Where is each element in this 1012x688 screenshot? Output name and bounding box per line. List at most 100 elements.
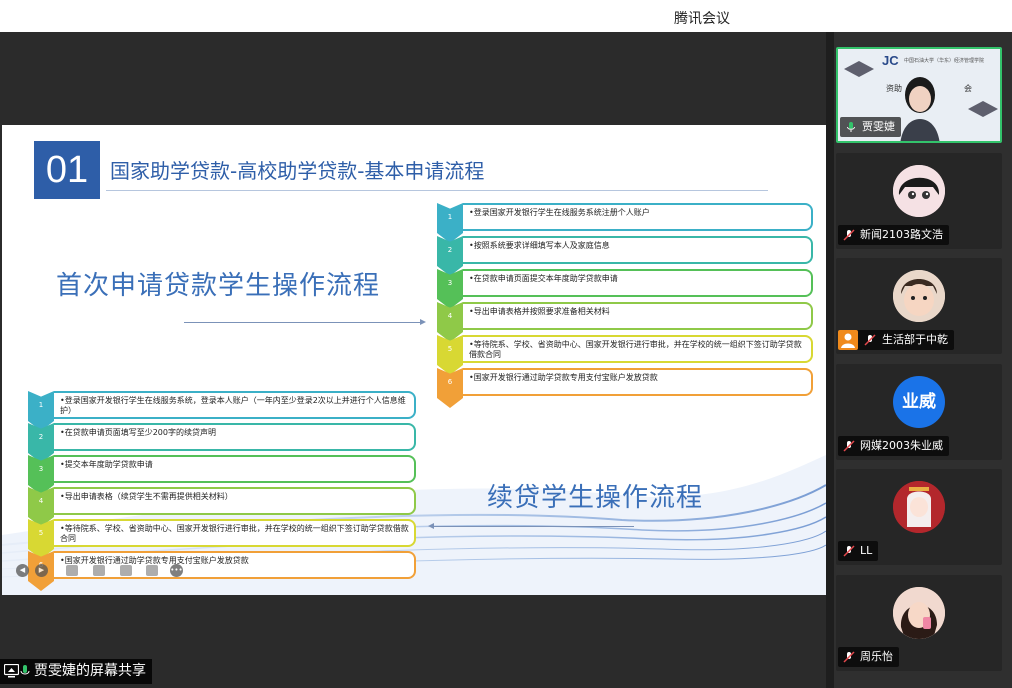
mic-on-icon (20, 665, 30, 675)
avatar (893, 165, 945, 217)
participant-tile[interactable]: 业威 网媒2003朱业威 (836, 364, 1002, 460)
participant-tile[interactable]: 生活部于中乾 (836, 258, 1002, 354)
slide-title: 国家助学贷款-高校助学贷款-基本申请流程 (110, 159, 485, 183)
participant-name-tag: 网媒2003朱业威 (838, 436, 949, 456)
arrow-head-right-icon (420, 319, 426, 325)
renew-flow-title: 续贷学生操作流程 (487, 483, 704, 513)
step-number: 3 (447, 279, 453, 287)
step-text: •在贷款申请页面提交本年度助学贷款申请 (469, 274, 618, 283)
app-title: 腾讯会议 (674, 11, 730, 27)
section-number: 01 (34, 141, 100, 199)
first-flow-arrow (184, 322, 420, 323)
mic-muted-icon (864, 334, 876, 346)
participant-name: 网媒2003朱业威 (860, 439, 943, 452)
screen-share-icon (4, 664, 19, 678)
avatar (893, 270, 945, 322)
flow-step: 5 •等待院系、学校、省资助中心、国家开发银行进行审批，并在学校的统一组织下签订助… (28, 519, 416, 559)
step-box: •登录国家开发银行学生在线服务系统，登录本人账户（一年内至少登录2次以上并进行个… (54, 391, 416, 419)
participant-tile[interactable]: LL (836, 469, 1002, 565)
step-number: 2 (38, 433, 44, 441)
step-number: 4 (447, 312, 453, 320)
step-number: 6 (447, 378, 453, 386)
step-text: •登录国家开发银行学生在线服务系统注册个人账户 (469, 208, 650, 217)
step-box: •导出申请表格并按照要求准备相关材料 (463, 302, 813, 330)
flow-step: 4 •导出申请表格（续贷学生不需再提供相关材料） (28, 487, 416, 527)
participant-name: 贾雯婕 (862, 120, 895, 133)
previous-slide-icon[interactable]: ◀ (16, 564, 29, 577)
step-box: •等待院系、学校、省资助中心、国家开发银行进行审批，并在学校的统一组织下签订助学… (463, 335, 813, 363)
pen-icon[interactable] (66, 565, 78, 576)
participant-name: 新闻2103路文浩 (860, 228, 943, 241)
flow-step: 3 •提交本年度助学贷款申请 (28, 455, 416, 495)
step-number: 5 (38, 529, 44, 537)
graduation-cap-icon (968, 101, 998, 117)
anime-avatar-icon (893, 481, 945, 533)
step-number: 3 (38, 465, 44, 473)
step-text: •在贷款申请页面填写至少200字的续贷声明 (60, 428, 216, 437)
avatar (893, 481, 945, 533)
host-badge-icon (838, 330, 858, 350)
flow-step: 6 •国家开发银行通过助学贷款专用支付宝账户发放贷款 (437, 368, 813, 408)
step-text: •导出申请表格（续贷学生不需再提供相关材料） (60, 492, 233, 501)
step-text: •按照系统要求详细填写本人及家庭信息 (469, 241, 610, 250)
participant-name: 生活部于中乾 (882, 333, 948, 346)
panel-divider (826, 32, 834, 688)
graduation-cap-icon (844, 61, 874, 77)
screen-share-label: 贾雯婕的屏幕共享 (0, 659, 152, 684)
step-box: •按照系统要求详细填写本人及家庭信息 (463, 236, 813, 264)
step-box: •导出申请表格（续贷学生不需再提供相关材料） (54, 487, 416, 515)
participant-name-tag: LL (838, 541, 879, 561)
screen-share-owner: 贾雯婕的屏幕共享 (34, 663, 146, 679)
first-flow-title: 首次申请贷款学生操作流程 (56, 271, 381, 301)
step-box: •登录国家开发银行学生在线服务系统注册个人账户 (463, 203, 813, 231)
mic-muted-icon (843, 651, 855, 663)
step-box: •在贷款申请页面提交本年度助学贷款申请 (463, 269, 813, 297)
flow-step: 2 •在贷款申请页面填写至少200字的续贷声明 (28, 423, 416, 463)
participant-name: 周乐怡 (860, 650, 893, 663)
video-text-right: 会 (964, 84, 972, 93)
title-bar: 腾讯会议 (0, 0, 1012, 32)
participant-name-tag: 周乐怡 (838, 647, 899, 667)
step-text: •导出申请表格并按照要求准备相关材料 (469, 307, 610, 316)
more-options-icon[interactable]: ••• (170, 564, 183, 577)
step-box: •等待院系、学校、省资助中心、国家开发银行进行审批，并在学校的统一组织下签订助学… (54, 519, 416, 547)
flow-step: 1 •登录国家开发银行学生在线服务系统，登录本人账户（一年内至少登录2次以上并进行… (28, 391, 416, 431)
step-number: 1 (38, 401, 44, 409)
flow-step: 4 •导出申请表格并按照要求准备相关材料 (437, 302, 813, 342)
zoom-icon[interactable] (93, 565, 105, 576)
participant-name-tag: 新闻2103路文浩 (838, 225, 949, 245)
step-box: •国家开发银行通过助学贷款专用支付宝账户发放贷款 (463, 368, 813, 396)
renew-flow-arrow (434, 526, 634, 527)
step-text: •国家开发银行通过助学贷款专用支付宝账户发放贷款 (469, 373, 658, 382)
avatar: 业威 (893, 376, 945, 428)
participant-tile[interactable]: 新闻2103路文浩 (836, 153, 1002, 249)
participant-name: LL (860, 544, 873, 557)
subtitle-icon[interactable] (146, 565, 158, 576)
step-number: 4 (38, 497, 44, 505)
participant-name-tag: 生活部于中乾 (838, 330, 954, 350)
title-underline (106, 190, 768, 191)
flow-step: 2 •按照系统要求详细填写本人及家庭信息 (437, 236, 813, 276)
step-text: •提交本年度助学贷款申请 (60, 460, 153, 469)
participant-name-tag: 贾雯婕 (840, 117, 901, 137)
step-text: •等待院系、学校、省资助中心、国家开发银行进行审批，并在学校的统一组织下签订助学… (469, 340, 802, 359)
flow-step: 5 •等待院系、学校、省资助中心、国家开发银行进行审批，并在学校的统一组织下签订助… (437, 335, 813, 375)
slide-toolbar: ◀ ▶ ••• (16, 564, 196, 578)
child-photo-avatar-icon (893, 270, 945, 322)
step-number: 1 (447, 213, 453, 221)
participant-tile[interactable]: 周乐怡 (836, 575, 1002, 671)
step-text: •等待院系、学校、省资助中心、国家开发银行进行审批，并在学校的统一组织下签订助学… (60, 524, 409, 543)
photo-avatar-icon (893, 587, 945, 639)
arrow-head-left-icon (428, 523, 434, 529)
video-org-line: 中国石油大学（华东）经济管理学院 (904, 58, 985, 64)
participant-tile-active[interactable]: JC 中国石油大学（华东）经济管理学院 资助 会 贾雯婕 (836, 47, 1002, 143)
video-logo: JC (882, 53, 899, 68)
slides-icon[interactable] (120, 565, 132, 576)
mic-muted-icon (843, 440, 855, 452)
presentation-slide: 01 国家助学贷款-高校助学贷款-基本申请流程 首次申请贷款学生操作流程 1 •登… (2, 125, 826, 595)
next-slide-icon[interactable]: ▶ (35, 564, 48, 577)
mic-muted-icon (843, 545, 855, 557)
step-number: 5 (447, 345, 453, 353)
mic-muted-icon (843, 229, 855, 241)
flow-step: 3 •在贷款申请页面提交本年度助学贷款申请 (437, 269, 813, 309)
